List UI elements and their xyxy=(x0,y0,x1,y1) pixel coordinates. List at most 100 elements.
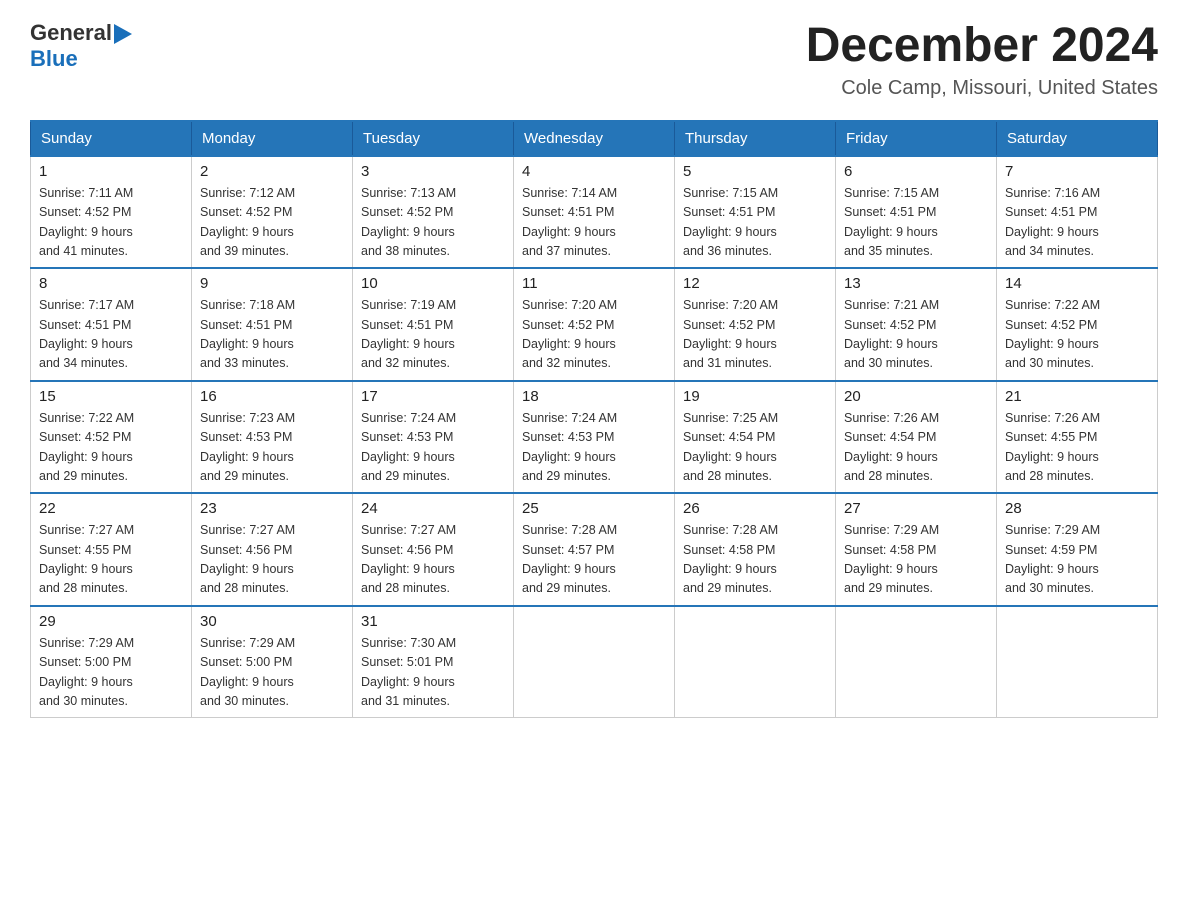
day-info: Sunrise: 7:28 AMSunset: 4:57 PMDaylight:… xyxy=(522,521,666,599)
calendar-cell: 21Sunrise: 7:26 AMSunset: 4:55 PMDayligh… xyxy=(997,381,1158,494)
calendar-cell: 15Sunrise: 7:22 AMSunset: 4:52 PMDayligh… xyxy=(31,381,192,494)
page-header: General Blue December 2024 Cole Camp, Mi… xyxy=(30,20,1158,100)
logo-triangle-icon xyxy=(114,24,134,44)
day-info: Sunrise: 7:11 AMSunset: 4:52 PMDaylight:… xyxy=(39,184,183,262)
day-info: Sunrise: 7:19 AMSunset: 4:51 PMDaylight:… xyxy=(361,296,505,374)
day-number: 3 xyxy=(361,163,505,180)
day-info: Sunrise: 7:17 AMSunset: 4:51 PMDaylight:… xyxy=(39,296,183,374)
calendar-cell: 3 Sunrise: 7:13 AMSunset: 4:52 PMDaylight… xyxy=(353,156,514,269)
col-friday: Friday xyxy=(836,121,997,156)
logo-blue-text: Blue xyxy=(30,46,78,71)
day-info: Sunrise: 7:27 AMSunset: 4:56 PMDaylight:… xyxy=(361,521,505,599)
calendar-cell: 24 Sunrise: 7:27 AMSunset: 4:56 PMDayligh… xyxy=(353,493,514,606)
subtitle: Cole Camp, Missouri, United States xyxy=(806,77,1158,100)
day-number: 18 xyxy=(522,388,666,405)
main-title: December 2024 xyxy=(806,20,1158,73)
col-tuesday: Tuesday xyxy=(353,121,514,156)
day-number: 12 xyxy=(683,275,827,292)
day-info: Sunrise: 7:29 AMSunset: 5:00 PMDaylight:… xyxy=(39,634,183,712)
day-number: 29 xyxy=(39,613,183,630)
calendar-cell: 20 Sunrise: 7:26 AMSunset: 4:54 PMDayligh… xyxy=(836,381,997,494)
day-info: Sunrise: 7:20 AMSunset: 4:52 PMDaylight:… xyxy=(683,296,827,374)
day-info: Sunrise: 7:24 AMSunset: 4:53 PMDaylight:… xyxy=(522,409,666,487)
day-info: Sunrise: 7:20 AMSunset: 4:52 PMDaylight:… xyxy=(522,296,666,374)
logo: General Blue xyxy=(30,20,134,72)
col-wednesday: Wednesday xyxy=(514,121,675,156)
calendar-cell: 28 Sunrise: 7:29 AMSunset: 4:59 PMDayligh… xyxy=(997,493,1158,606)
week-row-1: 1 Sunrise: 7:11 AMSunset: 4:52 PMDaylight… xyxy=(31,156,1158,269)
calendar-cell: 18 Sunrise: 7:24 AMSunset: 4:53 PMDayligh… xyxy=(514,381,675,494)
calendar-cell: 1 Sunrise: 7:11 AMSunset: 4:52 PMDaylight… xyxy=(31,156,192,269)
day-info: Sunrise: 7:24 AMSunset: 4:53 PMDaylight:… xyxy=(361,409,505,487)
calendar-cell: 2 Sunrise: 7:12 AMSunset: 4:52 PMDaylight… xyxy=(192,156,353,269)
day-info: Sunrise: 7:29 AMSunset: 4:59 PMDaylight:… xyxy=(1005,521,1149,599)
calendar-cell: 26Sunrise: 7:28 AMSunset: 4:58 PMDayligh… xyxy=(675,493,836,606)
day-number: 21 xyxy=(1005,388,1149,405)
day-number: 14 xyxy=(1005,275,1149,292)
day-number: 15 xyxy=(39,388,183,405)
col-sunday: Sunday xyxy=(31,121,192,156)
day-number: 1 xyxy=(39,163,183,180)
day-info: Sunrise: 7:16 AMSunset: 4:51 PMDaylight:… xyxy=(1005,184,1149,262)
day-info: Sunrise: 7:28 AMSunset: 4:58 PMDaylight:… xyxy=(683,521,827,599)
day-number: 24 xyxy=(361,500,505,517)
week-row-5: 29 Sunrise: 7:29 AMSunset: 5:00 PMDayligh… xyxy=(31,606,1158,718)
day-info: Sunrise: 7:25 AMSunset: 4:54 PMDaylight:… xyxy=(683,409,827,487)
day-number: 27 xyxy=(844,500,988,517)
calendar-cell: 23 Sunrise: 7:27 AMSunset: 4:56 PMDayligh… xyxy=(192,493,353,606)
day-info: Sunrise: 7:13 AMSunset: 4:52 PMDaylight:… xyxy=(361,184,505,262)
day-info: Sunrise: 7:15 AMSunset: 4:51 PMDaylight:… xyxy=(844,184,988,262)
col-thursday: Thursday xyxy=(675,121,836,156)
day-number: 6 xyxy=(844,163,988,180)
calendar-cell: 5Sunrise: 7:15 AMSunset: 4:51 PMDaylight… xyxy=(675,156,836,269)
day-number: 11 xyxy=(522,275,666,292)
calendar-cell: 11 Sunrise: 7:20 AMSunset: 4:52 PMDayligh… xyxy=(514,268,675,381)
calendar-cell: 25 Sunrise: 7:28 AMSunset: 4:57 PMDayligh… xyxy=(514,493,675,606)
day-info: Sunrise: 7:14 AMSunset: 4:51 PMDaylight:… xyxy=(522,184,666,262)
col-monday: Monday xyxy=(192,121,353,156)
calendar-cell: 7Sunrise: 7:16 AMSunset: 4:51 PMDaylight… xyxy=(997,156,1158,269)
calendar-table: Sunday Monday Tuesday Wednesday Thursday… xyxy=(30,120,1158,719)
calendar-cell: 13Sunrise: 7:21 AMSunset: 4:52 PMDayligh… xyxy=(836,268,997,381)
day-number: 10 xyxy=(361,275,505,292)
calendar-cell: 27 Sunrise: 7:29 AMSunset: 4:58 PMDayligh… xyxy=(836,493,997,606)
calendar-cell: 9 Sunrise: 7:18 AMSunset: 4:51 PMDaylight… xyxy=(192,268,353,381)
day-info: Sunrise: 7:29 AMSunset: 5:00 PMDaylight:… xyxy=(200,634,344,712)
calendar-cell: 19 Sunrise: 7:25 AMSunset: 4:54 PMDayligh… xyxy=(675,381,836,494)
calendar-cell: 31Sunrise: 7:30 AMSunset: 5:01 PMDayligh… xyxy=(353,606,514,718)
calendar-cell: 6 Sunrise: 7:15 AMSunset: 4:51 PMDaylight… xyxy=(836,156,997,269)
calendar-cell: 17Sunrise: 7:24 AMSunset: 4:53 PMDayligh… xyxy=(353,381,514,494)
calendar-header-row: Sunday Monday Tuesday Wednesday Thursday… xyxy=(31,121,1158,156)
day-number: 23 xyxy=(200,500,344,517)
day-number: 20 xyxy=(844,388,988,405)
day-info: Sunrise: 7:27 AMSunset: 4:56 PMDaylight:… xyxy=(200,521,344,599)
day-number: 22 xyxy=(39,500,183,517)
day-number: 16 xyxy=(200,388,344,405)
calendar-cell xyxy=(997,606,1158,718)
day-number: 9 xyxy=(200,275,344,292)
col-saturday: Saturday xyxy=(997,121,1158,156)
day-number: 30 xyxy=(200,613,344,630)
calendar-cell xyxy=(675,606,836,718)
calendar-cell: 22 Sunrise: 7:27 AMSunset: 4:55 PMDayligh… xyxy=(31,493,192,606)
day-info: Sunrise: 7:18 AMSunset: 4:51 PMDaylight:… xyxy=(200,296,344,374)
day-number: 19 xyxy=(683,388,827,405)
calendar-cell: 30 Sunrise: 7:29 AMSunset: 5:00 PMDayligh… xyxy=(192,606,353,718)
calendar-cell xyxy=(514,606,675,718)
day-number: 25 xyxy=(522,500,666,517)
calendar-cell: 29 Sunrise: 7:29 AMSunset: 5:00 PMDayligh… xyxy=(31,606,192,718)
calendar-cell: 14 Sunrise: 7:22 AMSunset: 4:52 PMDayligh… xyxy=(997,268,1158,381)
calendar-cell: 4 Sunrise: 7:14 AMSunset: 4:51 PMDaylight… xyxy=(514,156,675,269)
calendar-cell: 12 Sunrise: 7:20 AMSunset: 4:52 PMDayligh… xyxy=(675,268,836,381)
day-number: 28 xyxy=(1005,500,1149,517)
calendar-cell xyxy=(836,606,997,718)
calendar-cell: 8Sunrise: 7:17 AMSunset: 4:51 PMDaylight… xyxy=(31,268,192,381)
day-number: 2 xyxy=(200,163,344,180)
day-info: Sunrise: 7:26 AMSunset: 4:54 PMDaylight:… xyxy=(844,409,988,487)
day-info: Sunrise: 7:29 AMSunset: 4:58 PMDaylight:… xyxy=(844,521,988,599)
day-info: Sunrise: 7:27 AMSunset: 4:55 PMDaylight:… xyxy=(39,521,183,599)
day-info: Sunrise: 7:22 AMSunset: 4:52 PMDaylight:… xyxy=(1005,296,1149,374)
day-number: 4 xyxy=(522,163,666,180)
week-row-3: 15Sunrise: 7:22 AMSunset: 4:52 PMDayligh… xyxy=(31,381,1158,494)
day-info: Sunrise: 7:12 AMSunset: 4:52 PMDaylight:… xyxy=(200,184,344,262)
